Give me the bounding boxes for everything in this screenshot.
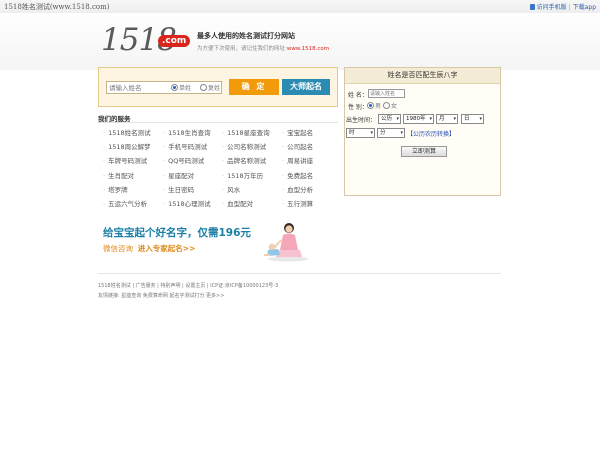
bazi-match-panel: 姓名是否匹配生辰八字 姓 名： 性 别： 男 女 出生时间： 公历 1980年 … [344,67,501,196]
divider [98,122,338,123]
service-link[interactable]: 公司起名 [282,141,313,151]
top-links: 访问手机版 | 下载app [529,2,596,11]
radio-single-label: 单姓 [179,85,192,92]
calendar-select[interactable]: 公历 [378,114,401,124]
service-link[interactable]: 1518生肖查询 [163,127,211,137]
site-logo[interactable]: 1518 .com [101,22,191,58]
service-link[interactable]: QQ号码测试 [163,155,204,165]
bazi-name-input[interactable] [368,89,405,98]
service-link[interactable]: 血型分析 [282,184,313,194]
radio-single-surname[interactable]: 单姓 [171,83,191,92]
service-link[interactable]: 五行测算 [282,198,313,208]
day-select[interactable]: 日 [461,114,484,124]
divider: | [568,4,571,11]
bazi-name-label: 姓 名： [348,92,368,99]
radio-double-label: 复姓 [208,85,221,92]
service-link[interactable]: 五运六气分析 [103,198,147,208]
slogan: 最多人使用的姓名测试打分网站 [197,32,295,40]
service-link[interactable]: 公司名称测试 [222,141,266,151]
service-link[interactable]: 塔罗牌 [103,184,128,194]
calculate-now-button[interactable]: 立即测算 [401,146,447,157]
radio-checked-icon [367,102,374,109]
service-link[interactable]: 手机号码测试 [163,141,207,151]
friend-links: 友情链接: 星座查询 免费算命网 起名字测试打分 更多>> [98,293,225,299]
divider [98,273,501,274]
service-link[interactable]: 1518星座查询 [222,127,270,137]
confirm-button[interactable]: 确 定 [229,79,279,95]
radio-checked-icon [171,84,178,91]
minute-select[interactable]: 分 [377,128,405,138]
gender-female-radio[interactable]: 女 [383,101,397,110]
service-link[interactable]: 1518心理测试 [163,198,211,208]
service-link[interactable]: 1518周公解梦 [103,141,151,151]
logo-suffix: .com [158,35,191,47]
service-link[interactable]: 生日密码 [163,184,194,194]
sub-slogan: 为方便下次使用，请记住我们的网址:www.1518.com [197,44,329,52]
banner-headline: 给宝宝起个好名字，仅需196元 [103,227,251,239]
mobile-phone-icon [529,4,535,10]
service-link[interactable]: 1518姓名测试 [103,127,151,137]
hour-select[interactable]: 时 [346,128,375,138]
sub-slogan-text: 为方便下次使用，请记住我们的网址: [197,46,287,52]
gender-male-radio[interactable]: 男 [367,101,381,110]
mobile-version-link[interactable]: 访问手机版 [537,4,567,11]
service-link[interactable]: 星座配对 [163,170,194,180]
footer-links: 1518姓名测试 | 广告服务 | 特别声明 | 设置主页 | ICP证:京IC… [98,283,279,289]
service-link[interactable]: 车牌号码测试 [103,155,147,165]
mother-baby-illustration [264,223,308,262]
top-bar: 1518姓名测试(www.1518.com) 访问手机版 | 下载app [0,0,600,14]
service-link[interactable]: 血型配对 [222,198,253,208]
year-select[interactable]: 1980年 [403,114,434,124]
service-link[interactable]: 宝宝起名 [282,127,313,137]
radio-unchecked-icon [383,102,390,109]
banner-subline: 微信咨询 进入专家起名>> [103,243,195,254]
radio-double-surname[interactable]: 复姓 [200,83,220,92]
header [0,13,600,70]
service-link[interactable]: 1518万年历 [222,170,263,180]
service-link[interactable]: 风水 [222,184,240,194]
master-naming-button[interactable]: 大师起名 [282,79,330,95]
wechat-consult-text: 微信咨询 [103,244,133,253]
radio-unchecked-icon [200,84,207,91]
gender-label: 性 别： [348,104,368,111]
service-link[interactable]: 品牌名称测试 [222,155,266,165]
service-link[interactable]: 免费起名 [282,170,313,180]
expert-naming-link[interactable]: 进入专家起名>> [138,244,196,253]
month-select[interactable]: 月 [436,114,458,124]
calendar-convert-link[interactable]: 【公历农历转换】 [407,129,455,138]
birth-time-label: 出生时间： [346,117,377,124]
name-test-form: 单姓 复姓 确 定 大师起名 [98,67,338,107]
service-link[interactable]: 周易讲座 [282,155,313,165]
download-app-link[interactable]: 下载app [573,4,596,11]
service-link[interactable]: 生肖配对 [103,170,134,180]
site-title: 1518姓名测试(www.1518.com) [4,3,110,11]
gender-male-label: 男 [375,103,382,110]
baby-naming-banner[interactable]: 给宝宝起个好名字，仅需196元 微信咨询 进入专家起名>> [100,220,310,262]
gender-female-label: 女 [391,103,398,110]
sub-slogan-url: www.1518.com [286,46,330,52]
bazi-panel-title: 姓名是否匹配生辰八字 [345,68,500,84]
